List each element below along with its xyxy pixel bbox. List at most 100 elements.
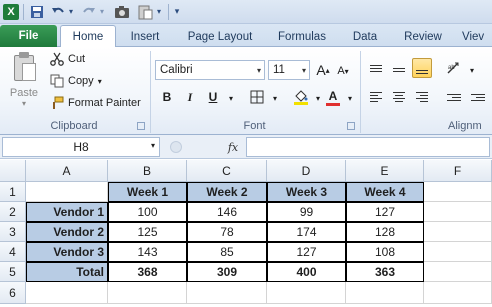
cell-b6[interactable] xyxy=(108,282,187,304)
cell-e3[interactable]: 128 xyxy=(346,222,424,242)
cell-e6[interactable] xyxy=(346,282,424,304)
cell-b4[interactable]: 143 xyxy=(108,242,187,262)
cell-a3[interactable]: Vendor 2 xyxy=(26,222,108,242)
fill-color-button[interactable] xyxy=(292,86,310,108)
cell-a4[interactable]: Vendor 3 xyxy=(26,242,108,262)
cell-d6[interactable] xyxy=(267,282,346,304)
cell-f4[interactable] xyxy=(424,242,492,262)
save-icon[interactable] xyxy=(29,3,45,20)
cell-d3[interactable]: 174 xyxy=(267,222,346,242)
row-header-1[interactable]: 1 xyxy=(0,182,26,202)
cell-b2[interactable]: 100 xyxy=(108,202,187,222)
cell-f6[interactable] xyxy=(424,282,492,304)
formula-bar-expand-handle[interactable] xyxy=(170,141,182,153)
cell-d4[interactable]: 127 xyxy=(267,242,346,262)
cell-c2[interactable]: 146 xyxy=(187,202,267,222)
cell-a1[interactable] xyxy=(26,182,108,202)
cell-d2[interactable]: 99 xyxy=(267,202,346,222)
column-header-d[interactable]: D xyxy=(267,160,346,182)
cell-a5[interactable]: Total xyxy=(26,262,108,282)
cell-f5[interactable] xyxy=(424,262,492,282)
tab-view[interactable]: Viev xyxy=(462,27,492,47)
cell-d5[interactable]: 400 xyxy=(267,262,346,282)
bottom-align-button[interactable] xyxy=(412,58,432,78)
column-header-a[interactable]: A xyxy=(26,160,108,182)
tab-review[interactable]: Review xyxy=(398,27,448,47)
cell-c3[interactable]: 78 xyxy=(187,222,267,242)
font-color-button[interactable]: A xyxy=(324,86,342,108)
cell-c1[interactable]: Week 2 xyxy=(187,182,267,202)
cell-b5[interactable]: 368 xyxy=(108,262,187,282)
align-right-button[interactable] xyxy=(412,87,432,107)
redo-icon[interactable] xyxy=(81,3,97,20)
undo-icon[interactable] xyxy=(50,3,66,20)
cell-e1[interactable]: Week 4 xyxy=(346,182,424,202)
cell-c5[interactable]: 309 xyxy=(187,262,267,282)
bold-button[interactable]: B xyxy=(158,88,176,106)
cell-f2[interactable] xyxy=(424,202,492,222)
underline-dropdown-icon[interactable]: ▾ xyxy=(222,89,240,107)
tab-page-layout[interactable]: Page Layout xyxy=(182,27,258,47)
cell-a2[interactable]: Vendor 1 xyxy=(26,202,108,222)
underline-button[interactable]: U xyxy=(204,88,222,106)
cell-b3[interactable]: 125 xyxy=(108,222,187,242)
cell-e4[interactable]: 108 xyxy=(346,242,424,262)
clipboard-dialog-launcher-icon[interactable] xyxy=(137,122,145,130)
cell-f3[interactable] xyxy=(424,222,492,242)
column-header-b[interactable]: B xyxy=(108,160,187,182)
select-all-corner[interactable] xyxy=(0,160,26,182)
tab-insert[interactable]: Insert xyxy=(123,27,167,47)
cell-f1[interactable] xyxy=(424,182,492,202)
borders-button[interactable] xyxy=(248,88,266,106)
orientation-dropdown-icon[interactable]: ▾ xyxy=(463,61,481,79)
tab-data[interactable]: Data xyxy=(345,27,385,47)
row-header-6[interactable]: 6 xyxy=(0,282,26,304)
grow-font-icon[interactable]: A ▴ xyxy=(314,61,332,79)
paste-button[interactable]: Paste ▾ xyxy=(4,47,44,113)
paste-special-icon[interactable] xyxy=(136,3,154,20)
cell-d1[interactable]: Week 3 xyxy=(267,182,346,202)
tab-formulas[interactable]: Formulas xyxy=(272,27,332,47)
cell-c6[interactable] xyxy=(187,282,267,304)
column-header-c[interactable]: C xyxy=(187,160,267,182)
copy-dropdown-icon[interactable]: ▾ xyxy=(98,77,102,86)
orientation-button[interactable]: ab xyxy=(444,58,464,78)
excel-logo-icon[interactable]: X xyxy=(3,3,19,20)
font-name-dropdown[interactable]: Calibri ▾ xyxy=(155,60,265,80)
name-box[interactable]: H8 ▾ xyxy=(2,137,160,157)
row-header-2[interactable]: 2 xyxy=(0,202,26,222)
column-header-e[interactable]: E xyxy=(346,160,424,182)
row-header-3[interactable]: 3 xyxy=(0,222,26,242)
format-painter-button[interactable]: Format Painter xyxy=(50,96,141,110)
row-header-5[interactable]: 5 xyxy=(0,262,26,282)
cell-c4[interactable]: 85 xyxy=(187,242,267,262)
shrink-font-icon[interactable]: A ▾ xyxy=(334,62,352,80)
tab-file[interactable]: File xyxy=(0,25,57,47)
middle-align-button[interactable] xyxy=(389,58,409,78)
cell-e5[interactable]: 363 xyxy=(346,262,424,282)
cell-b1[interactable]: Week 1 xyxy=(108,182,187,202)
align-center-button[interactable] xyxy=(389,87,409,107)
tab-home[interactable]: Home xyxy=(60,25,116,48)
align-left-button[interactable] xyxy=(366,87,386,107)
paste-special-dropdown-icon[interactable]: ▾ xyxy=(155,3,163,20)
name-box-dropdown-icon[interactable]: ▾ xyxy=(151,141,155,150)
redo-dropdown-icon[interactable]: ▾ xyxy=(98,3,106,20)
cell-a6[interactable] xyxy=(26,282,108,304)
italic-button[interactable]: I xyxy=(181,88,199,106)
font-color-dropdown-icon[interactable]: ▾ xyxy=(341,89,359,107)
formula-input[interactable] xyxy=(246,137,490,157)
insert-function-button[interactable]: fx xyxy=(224,138,242,156)
font-dialog-launcher-icon[interactable] xyxy=(347,122,355,130)
cut-button[interactable]: Cut xyxy=(50,52,85,66)
undo-dropdown-icon[interactable]: ▾ xyxy=(67,3,75,20)
camera-icon[interactable] xyxy=(113,3,131,20)
top-align-button[interactable] xyxy=(366,58,386,78)
cell-e2[interactable]: 127 xyxy=(346,202,424,222)
copy-button[interactable]: Copy ▾ xyxy=(50,74,102,88)
font-size-dropdown[interactable]: 11 ▾ xyxy=(268,60,310,80)
decrease-indent-button[interactable] xyxy=(444,87,464,107)
row-header-4[interactable]: 4 xyxy=(0,242,26,262)
customize-toolbar-icon[interactable]: ▾ xyxy=(172,3,182,20)
borders-dropdown-icon[interactable]: ▾ xyxy=(266,89,284,107)
